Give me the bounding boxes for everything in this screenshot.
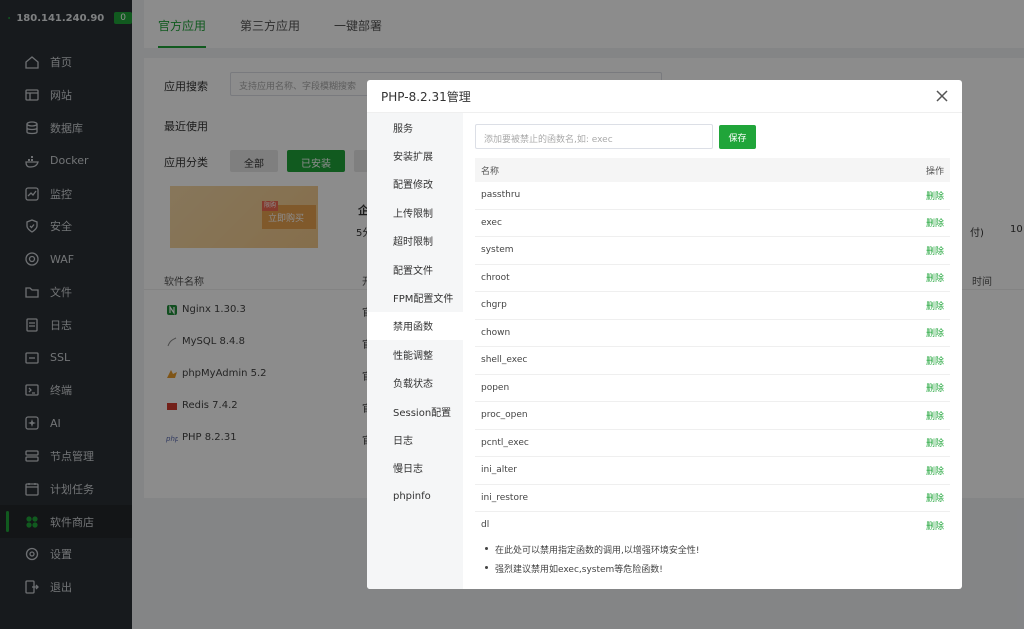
tips: 在此处可以禁用指定函数的调用,以增强环境安全性! 强烈建议禁用如exec,sys… <box>485 543 699 581</box>
table-header: 名称 操作 <box>475 158 950 182</box>
function-row: exec 删除 <box>475 210 950 237</box>
function-row: ini_restore 删除 <box>475 485 950 512</box>
php-manage-dialog: PHP-8.2.31管理 服务 安装扩展 配置修改 上传限制 超时限制 配置文件 FPM配置… <box>367 80 962 589</box>
delete-link[interactable]: 删除 <box>926 189 944 202</box>
function-name: dl <box>481 520 490 530</box>
function-name: popen <box>481 382 510 393</box>
delete-link[interactable]: 删除 <box>926 519 944 530</box>
function-name: chown <box>481 327 511 338</box>
function-row: ini_alter 删除 <box>475 457 950 485</box>
menu-item[interactable]: FPM配置文件 <box>367 283 463 311</box>
save-button[interactable]: 保存 <box>719 125 756 149</box>
delete-link[interactable]: 删除 <box>926 436 944 449</box>
delete-link[interactable]: 删除 <box>926 409 944 422</box>
delete-link[interactable]: 删除 <box>926 491 944 504</box>
menu-item[interactable]: 慢日志 <box>367 454 463 482</box>
close-icon[interactable] <box>934 88 950 104</box>
function-row: dl 删除 <box>475 512 950 530</box>
delete-link[interactable]: 删除 <box>926 354 944 367</box>
menu-item[interactable]: 性能调整 <box>367 340 463 368</box>
function-name: chgrp <box>481 300 507 311</box>
function-name: system <box>481 245 514 256</box>
delete-link[interactable]: 删除 <box>926 464 944 477</box>
menu-item[interactable]: 上传限制 <box>367 198 463 226</box>
function-name: ini_alter <box>481 465 517 476</box>
delete-link[interactable]: 删除 <box>926 299 944 312</box>
menu-item[interactable]: 日志 <box>367 425 463 453</box>
tip-item: 在此处可以禁用指定函数的调用,以增强环境安全性! <box>485 543 699 556</box>
function-name: shell_exec <box>481 355 528 366</box>
delete-link[interactable]: 删除 <box>926 271 944 284</box>
disabled-functions-table: 名称 操作 passthru 删除 exec 删除 system 删除 chroot 删除 ch… <box>475 158 950 530</box>
function-row: system 删除 <box>475 237 950 265</box>
delete-link[interactable]: 删除 <box>926 216 944 229</box>
function-row: popen 删除 <box>475 375 950 402</box>
menu-item[interactable]: 配置修改 <box>367 170 463 198</box>
function-name: passthru <box>481 190 521 201</box>
dialog-body: 添加要被禁止的函数名,如: exec 保存 名称 操作 passthru 删除 ex… <box>463 113 962 589</box>
menu-item[interactable]: 安装扩展 <box>367 141 463 169</box>
tip-item: 强烈建议禁用如exec,system等危险函数! <box>485 562 699 575</box>
function-name: proc_open <box>481 410 528 421</box>
menu-item[interactable]: Session配置 <box>367 397 463 425</box>
menu-item[interactable]: 超时限制 <box>367 227 463 255</box>
function-row: chown 删除 <box>475 320 950 347</box>
function-name: chroot <box>481 272 510 283</box>
function-row: chgrp 删除 <box>475 292 950 320</box>
function-name: exec <box>481 217 502 228</box>
function-row: pcntl_exec 删除 <box>475 430 950 457</box>
dialog-title: PHP-8.2.31管理 <box>367 80 962 113</box>
function-row: passthru 删除 <box>475 182 950 210</box>
delete-link[interactable]: 删除 <box>926 244 944 257</box>
delete-link[interactable]: 删除 <box>926 326 944 339</box>
function-name-input[interactable]: 添加要被禁止的函数名,如: exec <box>475 124 713 149</box>
function-name: ini_restore <box>481 492 529 503</box>
col-name: 名称 <box>481 166 500 177</box>
dialog-menu: 服务 安装扩展 配置修改 上传限制 超时限制 配置文件 FPM配置文件 禁用函数 性能调整 负载状… <box>367 113 463 589</box>
menu-item[interactable]: phpinfo <box>367 482 463 510</box>
function-row: chroot 删除 <box>475 265 950 292</box>
menu-item[interactable]: 服务 <box>367 113 463 141</box>
function-row: proc_open 删除 <box>475 402 950 430</box>
menu-item[interactable]: 配置文件 <box>367 255 463 283</box>
function-row: shell_exec 删除 <box>475 347 950 375</box>
menu-item[interactable]: 负载状态 <box>367 369 463 397</box>
function-rows: passthru 删除 exec 删除 system 删除 chroot 删除 chgrp 删除 c… <box>475 182 950 530</box>
col-action: 操作 <box>925 166 944 177</box>
function-name: pcntl_exec <box>481 437 529 448</box>
menu-item[interactable]: 禁用函数 <box>367 311 463 341</box>
delete-link[interactable]: 删除 <box>926 381 944 394</box>
